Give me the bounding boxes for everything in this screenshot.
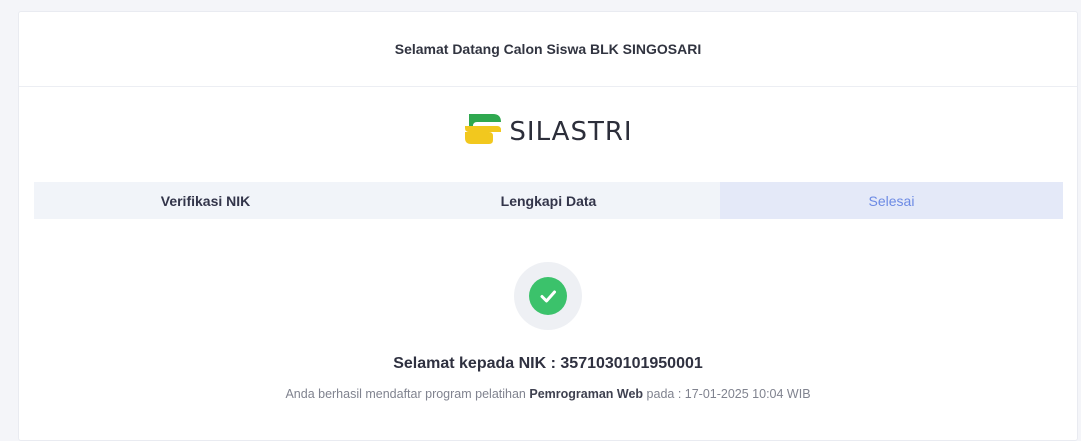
step-label: Selesai — [868, 192, 915, 209]
success-subtitle: Anda berhasil mendaftar program pelatiha… — [19, 387, 1077, 401]
success-title: Selamat kepada NIK : 3571030101950001 — [393, 355, 703, 372]
step-verifikasi-nik: Verifikasi NIK — [34, 182, 377, 219]
card-header: Selamat Datang Calon Siswa BLK SINGOSARI — [19, 12, 1077, 87]
check-icon — [529, 277, 567, 315]
silastri-logo: SILASTRI — [463, 110, 632, 153]
step-label: Verifikasi NIK — [160, 192, 251, 209]
step-lengkapi-data: Lengkapi Data — [377, 182, 720, 219]
step-label: Lengkapi Data — [500, 192, 597, 209]
registration-steps: Verifikasi NIK Lengkapi Data Selesai — [34, 182, 1063, 219]
page-title: Selamat Datang Calon Siswa BLK SINGOSARI — [394, 41, 702, 57]
success-badge — [514, 262, 582, 330]
registration-card: Selamat Datang Calon Siswa BLK SINGOSARI… — [18, 11, 1078, 441]
silastri-logo-icon — [463, 110, 503, 153]
subtitle-suffix: pada : 17-01-2025 10:04 WIB — [643, 387, 811, 401]
logo-row: SILASTRI — [19, 110, 1077, 153]
program-name: Pemrograman Web — [529, 387, 644, 401]
step-selesai: Selesai — [720, 182, 1063, 219]
subtitle-prefix: Anda berhasil mendaftar program pelatiha… — [285, 387, 530, 401]
logo-text: SILASTRI — [509, 116, 633, 147]
